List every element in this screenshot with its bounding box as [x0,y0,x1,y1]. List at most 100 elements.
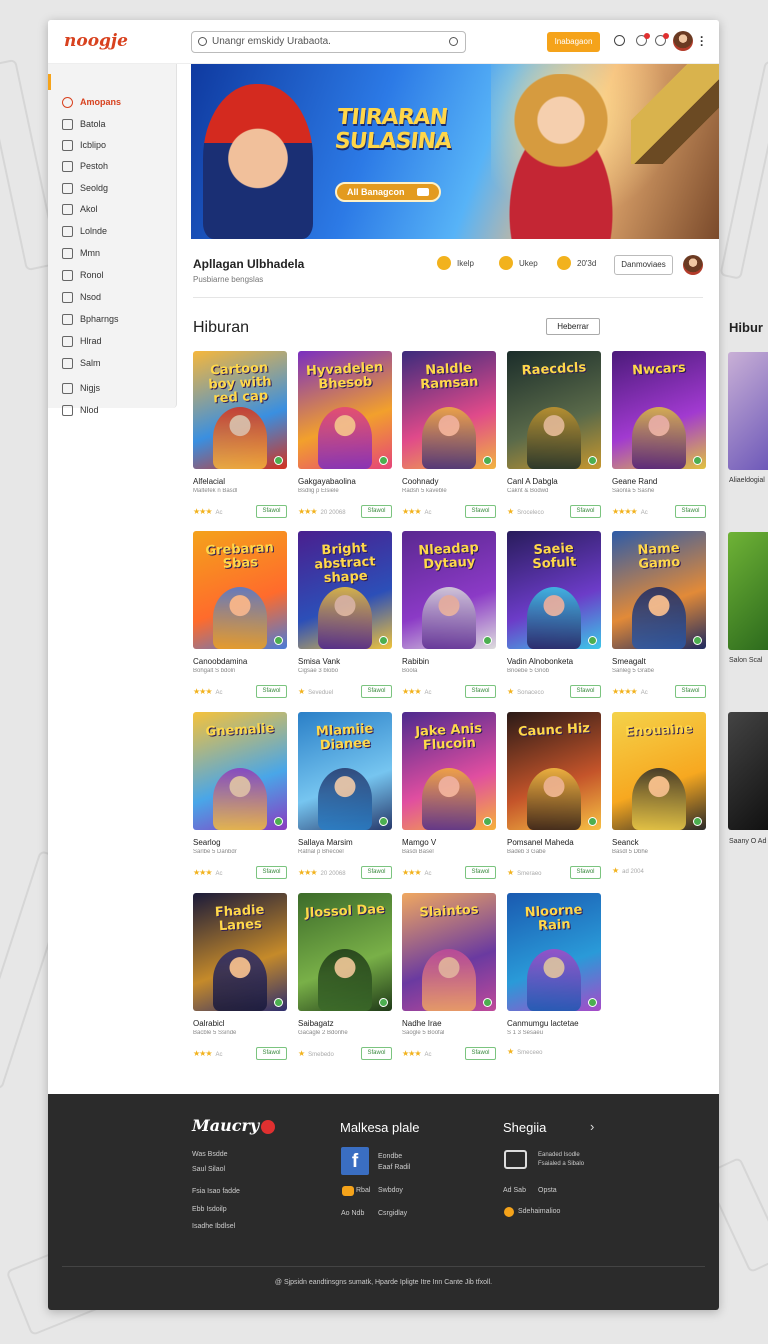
sidebar-item[interactable]: Hlrad [62,333,102,349]
get-button[interactable]: Sfawol [465,866,496,879]
sidebar-item[interactable]: Salm [62,355,101,371]
sidebar-item[interactable]: Pestoh [62,158,108,174]
app-card[interactable]: Jake Anis Flucoin Mamgo V Basdi Basel ★★★ Ac… [402,712,496,879]
get-button[interactable]: Sfawol [675,505,706,518]
app-card[interactable]: Slaintos Nadhe Irae Saogle 5 Boofal ★★★ Ac Sf… [402,893,496,1060]
banner-cta-button[interactable]: All Banagcon [335,182,441,202]
logo[interactable]: noogje [64,31,128,51]
app-thumbnail[interactable]: Name Gamo [612,531,706,649]
app-thumbnail[interactable]: Jlossol Dae [298,893,392,1011]
footer-link[interactable]: Ao Ndb [341,1210,364,1217]
sidebar-item[interactable]: Seoldg [62,180,108,196]
message-icon[interactable] [655,33,669,46]
app-card-title[interactable]: Nadhe Irae [402,1019,496,1030]
hero-banner[interactable]: TIIRARAN SULASINA All Banagcon [191,64,719,239]
header-action-button[interactable]: Inabagaon [547,32,600,52]
app-thumbnail[interactable]: Bright abstract shape [298,531,392,649]
app-thumbnail[interactable]: Hyvadelen Bhesob [298,351,392,469]
user-avatar[interactable] [673,31,693,51]
app-card[interactable]: Bright abstract shape Smisa Vank Cigsae 3 … [298,531,392,698]
app-card-title[interactable]: Sallaya Marsim [298,838,392,849]
app-card[interactable]: Nwcars Geane Rand Saonla 5 Sashe ★★★★ Ac Sfaw… [612,351,706,518]
app-card[interactable]: Mlamiie Dianee Sallaya Marsim Ratnal p Bhe… [298,712,392,879]
footer-link[interactable]: Eanaded Isodle Fsaialed a Sibalo [538,1151,598,1169]
app-thumbnail[interactable]: Grebaran Sbas [193,531,287,649]
app-card-title[interactable]: Smeagalt [612,657,706,668]
app-card-title[interactable]: Mamgo V [402,838,496,849]
footer-logo[interactable]: Maucry [192,1116,276,1135]
app-card-title[interactable]: Coohnady [402,477,496,488]
sidebar-item[interactable]: Batola [62,116,106,132]
app-card-title[interactable]: Saibagatz [298,1019,392,1030]
app-thumbnail[interactable]: Raecdcls [507,351,601,469]
app-thumbnail[interactable]: Saeie Sofult [507,531,601,649]
app-thumbnail[interactable]: Fhadie Lanes [193,893,287,1011]
app-card-title[interactable]: Canoobdamina [193,657,287,668]
footer-link[interactable]: Eondbe Eaaf Radil [378,1151,418,1173]
sidebar-item[interactable]: Lolnde [62,223,107,239]
app-card[interactable]: Saeie Sofult Vadin Alnobonketa Bnoebe 5 Gn… [507,531,601,698]
clock-icon[interactable] [614,35,625,46]
sidebar-item[interactable]: Nlod [62,402,99,418]
footer-link[interactable]: Swbdoy [378,1187,403,1194]
app-thumbnail[interactable]: Caunc Hiz [507,712,601,830]
get-button[interactable]: Sfawol [465,685,496,698]
footer-link[interactable]: Saul Silaol [192,1166,225,1173]
get-button[interactable]: Sfawol [675,685,706,698]
sidebar-item[interactable]: Bpharngs [62,311,119,327]
app-card-title[interactable]: Gakgayabaolina [298,477,392,488]
app-thumbnail[interactable]: Cartoon boy with red cap [193,351,287,469]
sidebar-item[interactable]: Nsod [62,289,101,305]
footer-link[interactable]: Was Bsdde [192,1151,228,1158]
app-thumbnail[interactable]: Nleadap Dytauy [402,531,496,649]
footer-link[interactable]: Ebb Isdoilp [192,1206,227,1213]
footer-link[interactable]: Ad Sab [503,1187,526,1194]
sidebar-item[interactable]: Ronol [62,267,104,283]
app-card-title[interactable]: Canl A Dabgla [507,477,601,488]
app-card[interactable]: Name Gamo Smeagalt Sanleg 5 Grabe ★★★★ Ac Sfa… [612,531,706,698]
download-button[interactable]: Danmoviaes [614,255,673,275]
footer-link[interactable]: Csrgidlay [378,1210,407,1217]
app-card-title[interactable]: Rabibin [402,657,496,668]
app-thumbnail[interactable]: Enouaine [612,712,706,830]
peek-card-thumb[interactable] [728,712,768,830]
app-card[interactable]: Cartoon boy with red cap Alfelacial Maltef… [193,351,287,518]
app-card-title[interactable]: Seanck [612,838,706,849]
footer-link[interactable]: Rbal [356,1187,370,1194]
app-card[interactable]: Enouaine Seanck Basdl 5 Dbhe ★ ad 2004 [612,712,706,875]
get-button[interactable]: Sfawol [361,685,392,698]
get-button[interactable]: Sfawol [256,685,287,698]
publisher-avatar[interactable] [683,255,703,275]
sidebar-item[interactable]: Mmn [62,245,100,261]
get-button[interactable]: Sfawol [256,866,287,879]
footer-link[interactable]: Fsia Isao fadde [192,1188,240,1195]
app-card-title[interactable]: Smisa Vank [298,657,392,668]
peek-card-thumb[interactable] [728,532,768,650]
get-button[interactable]: Sfawol [256,505,287,518]
sidebar-item[interactable]: Icblipo [62,137,106,153]
section-more-button[interactable]: Heberrar [546,318,600,335]
app-card[interactable]: Grebaran Sbas Canoobdamina Bohgalt S bdoln… [193,531,287,698]
app-thumbnail[interactable]: Mlamiie Dianee [298,712,392,830]
app-card[interactable]: Nleadap Dytauy Rabibin Boola ★★★ Ac Sfawol [402,531,496,698]
app-card[interactable]: Caunc Hiz Pomsanel Maheda Badeb 3 Gabe ★ Sme… [507,712,601,879]
app-card-title[interactable]: Geane Rand [612,477,706,488]
get-button[interactable]: Sfawol [256,1047,287,1060]
get-button[interactable]: Sfawol [465,505,496,518]
app-card-title[interactable]: Oalrabicl [193,1019,287,1030]
peek-card-thumb[interactable] [728,352,768,470]
get-button[interactable]: Sfawol [570,866,601,879]
more-menu-icon[interactable]: · · · [700,31,704,51]
get-button[interactable]: Sfawol [361,505,392,518]
app-thumbnail[interactable]: Nloorne Rain [507,893,601,1011]
app-card-title[interactable]: Pomsanel Maheda [507,838,601,849]
app-thumbnail[interactable]: Slaintos [402,893,496,1011]
app-thumbnail[interactable]: Nwcars [612,351,706,469]
app-card[interactable]: Jlossol Dae Saibagatz Gacagle 2 Bdonhe ★ Sme… [298,893,392,1060]
app-card[interactable]: Naldle Ramsan Coohnady Radsh 5 kaveble ★★★ A… [402,351,496,518]
sidebar-item[interactable]: Amopans [62,94,121,110]
app-card-title[interactable]: Searlog [193,838,287,849]
sidebar-item[interactable]: Nigjs [62,380,100,396]
footer-link[interactable]: Sdehaimalioo [518,1208,560,1215]
facebook-icon[interactable]: f [341,1147,369,1175]
